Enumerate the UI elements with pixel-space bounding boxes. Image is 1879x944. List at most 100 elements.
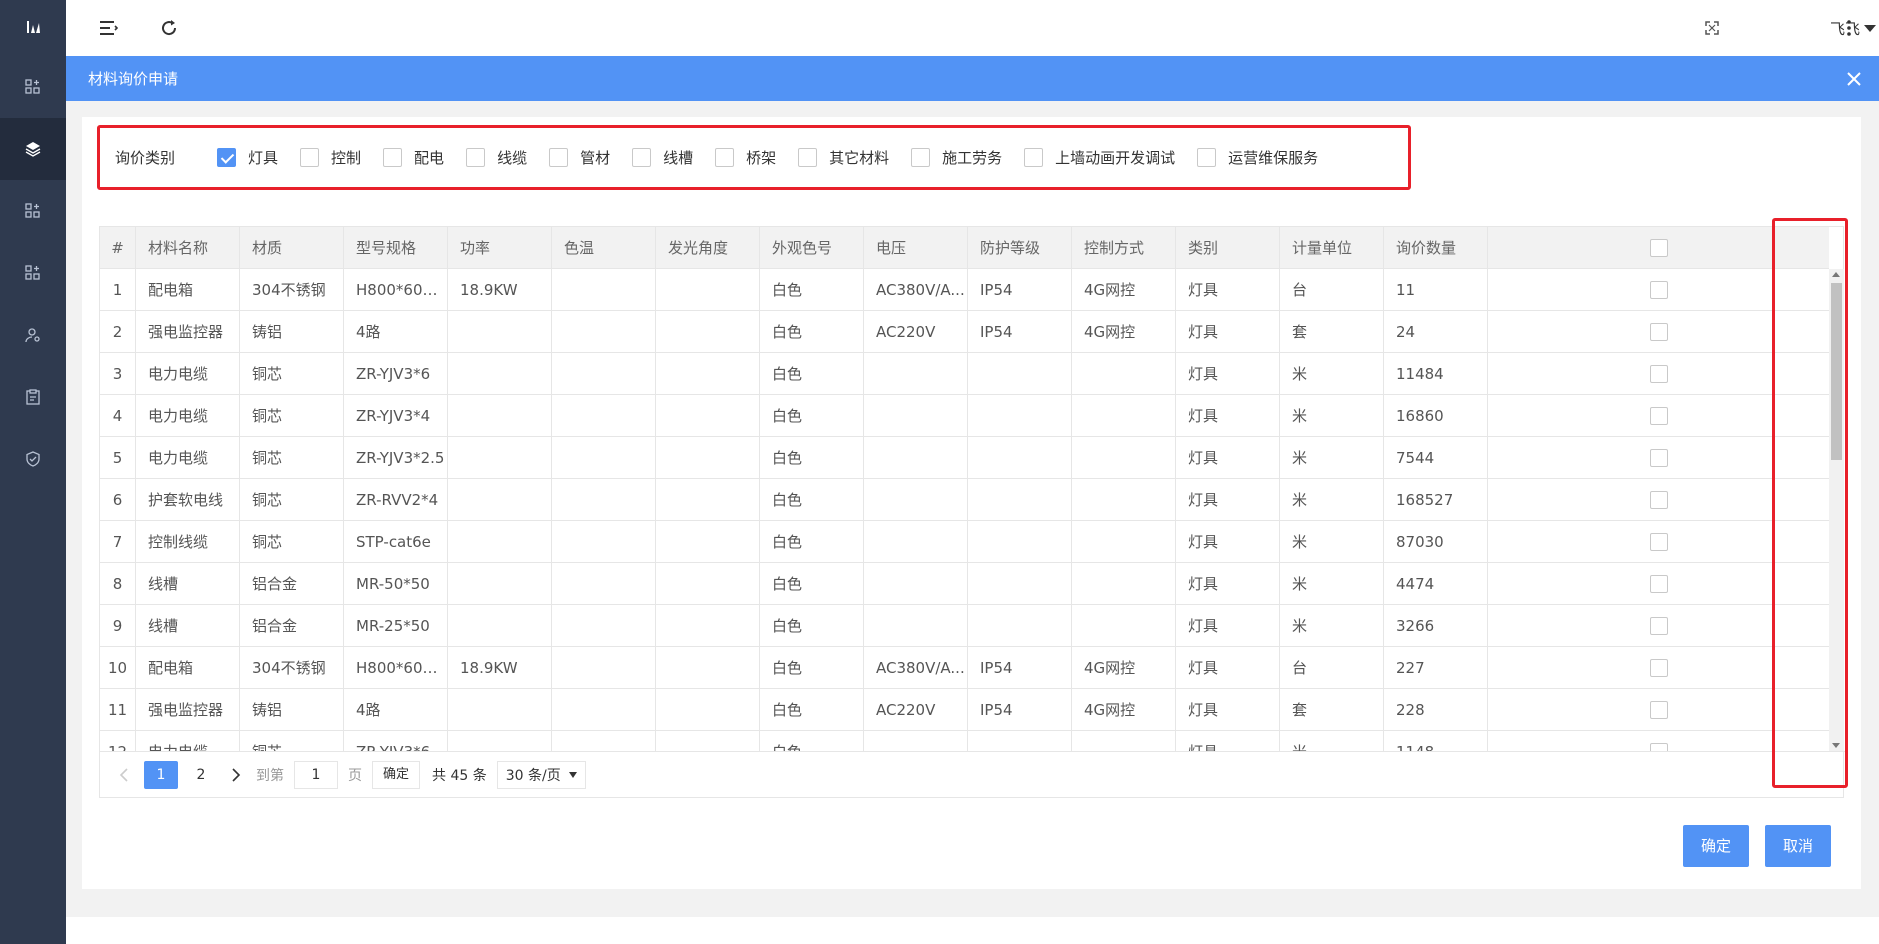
goto-label: 到第 bbox=[256, 768, 284, 784]
table-row[interactable]: 4 电力电缆 铜芯 ZR-YJV3*4 白色 灯具米 16860 bbox=[100, 395, 1829, 437]
table-cell: 1 bbox=[100, 269, 136, 311]
table-cell: 米 bbox=[1280, 731, 1384, 751]
table-cell bbox=[968, 563, 1072, 605]
category-option[interactable]: 上墙动画开发调试 bbox=[1024, 147, 1175, 168]
table-cell: 铜芯 bbox=[240, 437, 344, 479]
row-checkbox[interactable] bbox=[1649, 281, 1668, 299]
row-checkbox[interactable] bbox=[1649, 701, 1668, 719]
table-row[interactable]: 8 线槽 铝合金 MR-50*50 白色 灯具米 4474 bbox=[100, 563, 1829, 605]
category-option[interactable]: 配电 bbox=[383, 147, 444, 168]
prev-page-icon[interactable] bbox=[112, 763, 136, 787]
page-1-button[interactable]: 1 bbox=[144, 761, 178, 789]
category-checkbox[interactable] bbox=[911, 147, 931, 167]
row-checkbox[interactable] bbox=[1649, 743, 1668, 751]
table-row[interactable]: 1 配电箱 304不锈钢 H800*600*... 18.9KW 白色 AC380V/A..… bbox=[100, 269, 1829, 311]
table-cell: 4474 bbox=[1384, 563, 1488, 605]
table-cell: 强电监控器 bbox=[136, 689, 240, 731]
category-checkbox[interactable] bbox=[383, 147, 403, 167]
row-checkbox[interactable] bbox=[1649, 491, 1668, 509]
table-cell: 配电箱 bbox=[136, 269, 240, 311]
table-cell: H800*600*... bbox=[344, 269, 448, 311]
category-option[interactable]: 灯具 bbox=[217, 147, 278, 168]
category-option[interactable]: 线缆 bbox=[466, 147, 527, 168]
table-cell: 11484 bbox=[1384, 353, 1488, 395]
table-cell: 7 bbox=[100, 521, 136, 563]
select-all-checkbox[interactable] bbox=[1649, 239, 1668, 257]
category-checkbox[interactable] bbox=[1197, 147, 1217, 167]
category-option[interactable]: 线槽 bbox=[632, 147, 693, 168]
category-checkbox[interactable] bbox=[798, 147, 818, 167]
table-cell: 米 bbox=[1280, 353, 1384, 395]
table-row[interactable]: 10 配电箱 304不锈钢 H800*600*... 18.9KW 白色 AC380V/A.… bbox=[100, 647, 1829, 689]
category-checkbox[interactable] bbox=[466, 147, 486, 167]
table-cell: 套 bbox=[1280, 311, 1384, 353]
table-row[interactable]: 7 控制线缆 铜芯 STP-cat6e 白色 灯具米 87030 bbox=[100, 521, 1829, 563]
menu-collapse-icon[interactable] bbox=[96, 16, 120, 40]
sidebar-item-7[interactable] bbox=[0, 428, 66, 490]
table-cell bbox=[656, 521, 760, 563]
refresh-icon[interactable] bbox=[157, 16, 181, 40]
category-checkbox[interactable] bbox=[300, 147, 320, 167]
confirm-button[interactable]: 确定 bbox=[1683, 825, 1750, 867]
sidebar-item-1[interactable] bbox=[0, 56, 66, 118]
table-row[interactable]: 5 电力电缆 铜芯 ZR-YJV3*2.5 白色 灯具米 7544 bbox=[100, 437, 1829, 479]
row-checkbox[interactable] bbox=[1649, 617, 1668, 635]
top-header: 飞飞 bbox=[66, 0, 1879, 56]
row-checkbox[interactable] bbox=[1649, 575, 1668, 593]
app-logo[interactable] bbox=[0, 0, 66, 56]
sidebar-item-5[interactable] bbox=[0, 304, 66, 366]
table-cell bbox=[448, 563, 552, 605]
more-vertical-icon[interactable] bbox=[1837, 16, 1861, 40]
row-checkbox[interactable] bbox=[1649, 449, 1668, 467]
category-option[interactable]: 管材 bbox=[549, 147, 610, 168]
row-checkbox[interactable] bbox=[1649, 407, 1668, 425]
table-cell: 12 bbox=[100, 731, 136, 751]
table-cell: 4G网控 bbox=[1072, 269, 1176, 311]
category-option[interactable]: 控制 bbox=[300, 147, 361, 168]
table-body[interactable]: 1 配电箱 304不锈钢 H800*600*... 18.9KW 白色 AC380V/A..… bbox=[100, 269, 1829, 751]
table-cell: 2 bbox=[100, 311, 136, 353]
table-cell bbox=[656, 731, 760, 751]
row-checkbox[interactable] bbox=[1649, 323, 1668, 341]
sidebar-item-6[interactable] bbox=[0, 366, 66, 428]
sidebar-item-3[interactable] bbox=[0, 180, 66, 242]
next-page-icon[interactable] bbox=[224, 763, 248, 787]
table-cell: 强电监控器 bbox=[136, 311, 240, 353]
category-option[interactable]: 其它材料 bbox=[798, 147, 889, 168]
sidebar-item-4[interactable] bbox=[0, 242, 66, 304]
category-option[interactable]: 运营维保服务 bbox=[1197, 147, 1318, 168]
fullscreen-icon[interactable] bbox=[1700, 16, 1724, 40]
table-row[interactable]: 3 电力电缆 铜芯 ZR-YJV3*6 白色 灯具米 11484 bbox=[100, 353, 1829, 395]
cancel-button[interactable]: 取消 bbox=[1765, 825, 1832, 867]
page-2-button[interactable]: 2 bbox=[184, 761, 218, 789]
table-cell bbox=[448, 689, 552, 731]
sidebar-item-2[interactable] bbox=[0, 118, 66, 180]
column-header: 询价数量 bbox=[1384, 227, 1488, 269]
table-cell bbox=[552, 395, 656, 437]
widget-add-icon bbox=[25, 265, 41, 281]
table-row[interactable]: 12电力电缆铜芯ZR-YJV3*6 白色 灯具米1148 bbox=[100, 731, 1829, 751]
category-checkbox[interactable] bbox=[217, 147, 237, 167]
goto-confirm-button[interactable]: 确定 bbox=[372, 761, 421, 789]
close-icon[interactable] bbox=[1843, 68, 1865, 90]
category-option[interactable]: 施工劳务 bbox=[911, 147, 1002, 168]
table-row[interactable]: 2 强电监控器 铸铝 4路 白色 AC220V IP54 4G网控 灯具套 24 bbox=[100, 311, 1829, 353]
category-checkbox[interactable] bbox=[1024, 147, 1044, 167]
table-cell: 白色 bbox=[760, 311, 864, 353]
category-checkbox[interactable] bbox=[715, 147, 735, 167]
category-checkbox[interactable] bbox=[549, 147, 569, 167]
category-option[interactable]: 桥架 bbox=[715, 147, 776, 168]
row-checkbox[interactable] bbox=[1649, 659, 1668, 677]
table-cell: 灯具 bbox=[1176, 353, 1280, 395]
page-size-select[interactable]: 30 条/页 bbox=[496, 761, 586, 789]
table-cell: 4 bbox=[100, 395, 136, 437]
table-cell: 铜芯 bbox=[240, 731, 344, 751]
table-row[interactable]: 6 护套软电线 铜芯 ZR-RVV2*4 白色 灯具米 168527 bbox=[100, 479, 1829, 521]
table-row[interactable]: 9 线槽 铝合金 MR-25*50 白色 灯具米 3266 bbox=[100, 605, 1829, 647]
table-row[interactable]: 11 强电监控器 铸铝 4路 白色 AC220V IP54 4G网控 灯具套 228 bbox=[100, 689, 1829, 731]
goto-page-input[interactable]: 1 bbox=[294, 761, 338, 789]
row-checkbox[interactable] bbox=[1649, 533, 1668, 551]
table-cell: 米 bbox=[1280, 395, 1384, 437]
row-checkbox[interactable] bbox=[1649, 365, 1668, 383]
category-checkbox[interactable] bbox=[632, 147, 652, 167]
